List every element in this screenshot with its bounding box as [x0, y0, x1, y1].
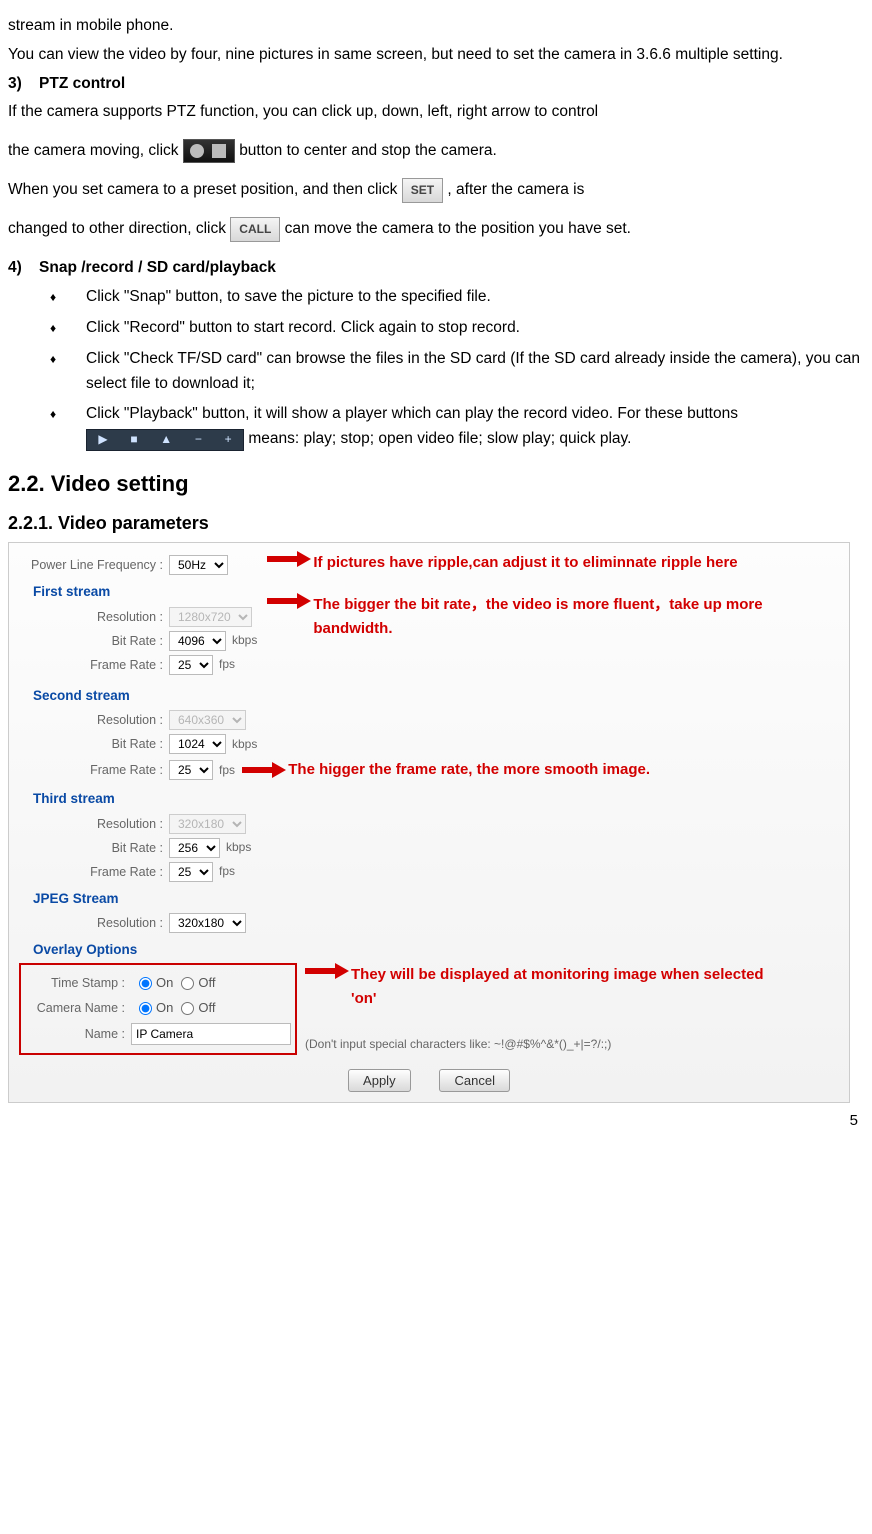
- label: Camera Name :: [25, 998, 131, 1018]
- body-text: You can view the video by four, nine pic…: [8, 43, 864, 68]
- body-text: If the camera supports PTZ function, you…: [8, 100, 864, 125]
- label: Time Stamp :: [25, 973, 131, 993]
- third-stream-framerate-select[interactable]: 25: [169, 862, 213, 882]
- label: Bit Rate :: [19, 734, 169, 754]
- unit-label: kbps: [232, 735, 257, 754]
- plus-icon: +: [225, 430, 232, 449]
- body-text: When you set camera to a preset position…: [8, 178, 864, 203]
- label: Bit Rate :: [19, 838, 169, 858]
- label: Resolution :: [19, 814, 169, 834]
- label: Frame Rate :: [19, 655, 169, 675]
- annotation-text: The bigger the bit rate，the video is mor…: [313, 593, 793, 641]
- cancel-button[interactable]: Cancel: [439, 1069, 509, 1092]
- radio-label: Off: [198, 998, 215, 1019]
- cameraname-on-radio[interactable]: [139, 1002, 152, 1015]
- video-parameters-panel: Power Line Frequency : 50Hz First stream…: [8, 542, 850, 1103]
- timestamp-off-radio[interactable]: [181, 977, 194, 990]
- center-stop-icon: [183, 139, 235, 163]
- label: Resolution :: [19, 913, 169, 933]
- apply-button[interactable]: Apply: [348, 1069, 411, 1092]
- list-item: Click "Snap" button, to save the picture…: [86, 285, 864, 310]
- radio-label: On: [156, 998, 173, 1019]
- jpeg-stream-resolution-select[interactable]: 320x180: [169, 913, 246, 933]
- section-heading: 3) PTZ control: [8, 72, 864, 97]
- radio-label: Off: [198, 973, 215, 994]
- unit-label: fps: [219, 655, 235, 674]
- stop-icon: ■: [130, 430, 137, 449]
- label: Frame Rate :: [19, 862, 169, 882]
- overlay-options-box: Time Stamp : On Off Camera Name : On Off…: [19, 963, 297, 1055]
- text-span: Click "Playback" button, it will show a …: [86, 405, 738, 422]
- heading-2: 2.2. Video setting: [8, 466, 864, 501]
- first-stream-bitrate-select[interactable]: 4096: [169, 631, 226, 651]
- text-span: , after the camera is: [447, 181, 584, 198]
- play-icon: ▶: [98, 430, 107, 449]
- list-item: Click "Record" button to start record. C…: [86, 316, 864, 341]
- minus-icon: −: [195, 430, 202, 449]
- call-button-icon: CALL: [230, 217, 280, 242]
- body-text: the camera moving, click button to cente…: [8, 139, 864, 164]
- first-stream-resolution-select[interactable]: 1280x720: [169, 607, 252, 627]
- label: Frame Rate :: [19, 760, 169, 780]
- label: Resolution :: [19, 607, 169, 627]
- bullet-list: Click "Snap" button, to save the picture…: [8, 285, 864, 452]
- cameraname-off-radio[interactable]: [181, 1002, 194, 1015]
- unit-label: fps: [219, 761, 235, 780]
- player-controls-icon: ▶ ■ ▲ − +: [86, 429, 244, 451]
- first-stream-framerate-select[interactable]: 25: [169, 655, 213, 675]
- group-label: Third stream: [33, 788, 839, 810]
- body-text: changed to other direction, click CALL c…: [8, 217, 864, 242]
- page-number: 5: [8, 1109, 864, 1133]
- annotation-text: The higger the frame rate, the more smoo…: [288, 758, 650, 782]
- unit-label: kbps: [232, 631, 257, 650]
- text-span: When you set camera to a preset position…: [8, 181, 402, 198]
- eject-icon: ▲: [160, 430, 172, 449]
- second-stream-framerate-select[interactable]: 25: [169, 760, 213, 780]
- radio-label: On: [156, 973, 173, 994]
- section-number: 4): [8, 259, 22, 276]
- list-item: Click "Check TF/SD card" can browse the …: [86, 347, 864, 397]
- unit-label: kbps: [226, 838, 251, 857]
- section-heading: 4) Snap /record / SD card/playback: [8, 256, 864, 281]
- hint-text: (Don't input special characters like: ~!…: [305, 1035, 791, 1054]
- annotation-text: They will be displayed at monitoring ima…: [351, 963, 791, 1011]
- label: Resolution :: [19, 710, 169, 730]
- section-title: Snap /record / SD card/playback: [39, 259, 276, 276]
- label: Power Line Frequency :: [19, 555, 169, 575]
- power-line-frequency-select[interactable]: 50Hz: [169, 555, 228, 575]
- arrow-icon: [305, 963, 351, 979]
- text-span: means: play; stop; open video file; slow…: [248, 430, 631, 447]
- section-number: 3): [8, 75, 22, 92]
- heading-3: 2.2.1. Video parameters: [8, 509, 864, 538]
- camera-name-input[interactable]: [131, 1023, 291, 1045]
- text-span: the camera moving, click: [8, 142, 183, 159]
- group-label: Overlay Options: [33, 939, 839, 961]
- label: Bit Rate :: [19, 631, 169, 651]
- second-stream-resolution-select[interactable]: 640x360: [169, 710, 246, 730]
- arrow-icon: [267, 551, 313, 567]
- group-label: JPEG Stream: [33, 888, 839, 910]
- text-span: changed to other direction, click: [8, 220, 230, 237]
- group-label: First stream: [33, 581, 257, 603]
- arrow-icon: [242, 762, 288, 778]
- list-item: Click "Playback" button, it will show a …: [86, 402, 864, 452]
- unit-label: fps: [219, 862, 235, 881]
- annotation-text: If pictures have ripple,can adjust it to…: [313, 551, 737, 575]
- text-span: can move the camera to the position you …: [285, 220, 631, 237]
- body-text: stream in mobile phone.: [8, 14, 864, 39]
- group-label: Second stream: [33, 685, 839, 707]
- text-span: button to center and stop the camera.: [239, 142, 497, 159]
- third-stream-resolution-select[interactable]: 320x180: [169, 814, 246, 834]
- section-title: PTZ control: [39, 75, 125, 92]
- second-stream-bitrate-select[interactable]: 1024: [169, 734, 226, 754]
- set-button-icon: SET: [402, 178, 443, 203]
- third-stream-bitrate-select[interactable]: 256: [169, 838, 220, 858]
- label: Name :: [25, 1024, 131, 1044]
- arrow-icon: [267, 593, 313, 609]
- timestamp-on-radio[interactable]: [139, 977, 152, 990]
